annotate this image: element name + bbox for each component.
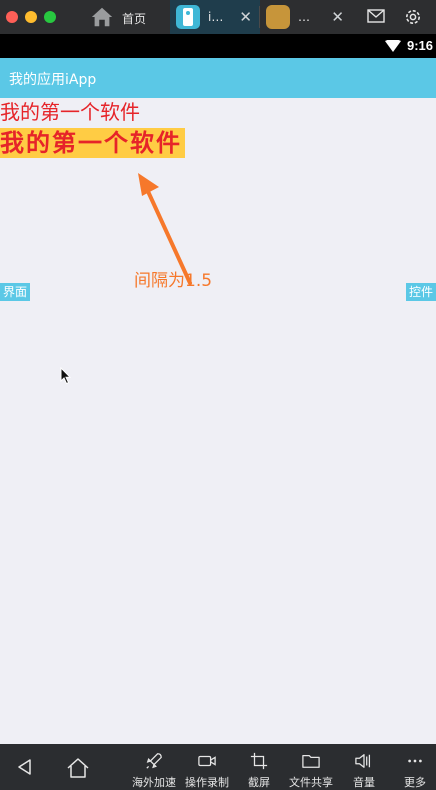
- toolbar-volume-button[interactable]: 音量: [348, 744, 380, 790]
- toolbar-record-label: 操作录制: [185, 776, 229, 789]
- layout-button[interactable]: 界面: [0, 283, 31, 301]
- app-icon: [266, 5, 290, 29]
- tab-iapp-close-icon[interactable]: ✕: [239, 8, 252, 26]
- window-zoom-button[interactable]: [44, 11, 56, 23]
- toolbar-screenshot-label: 截屏: [248, 776, 270, 789]
- toolbar-volume-label: 音量: [353, 776, 375, 789]
- toolbar-fileshare-label: 文件共享: [289, 776, 333, 789]
- tab-home[interactable]: 首页: [84, 0, 170, 34]
- window-close-button[interactable]: [6, 11, 18, 23]
- wifi-icon: [385, 40, 401, 52]
- volume-icon: [355, 754, 371, 768]
- toolbar-boost-label: 海外加速: [132, 776, 176, 789]
- window-minimize-button[interactable]: [25, 11, 37, 23]
- status-time: 9:16: [407, 38, 434, 53]
- text-view-plain: 我的第一个软件: [0, 100, 140, 124]
- tab-other-close-icon[interactable]: ✕: [331, 8, 344, 26]
- tab-iapp-label: i…: [208, 10, 224, 24]
- tab-other-app[interactable]: … ✕: [260, 0, 352, 34]
- back-icon[interactable]: [16, 758, 34, 776]
- action-bar: 我的应用iApp: [0, 58, 436, 98]
- rocket-icon: [146, 753, 162, 769]
- text-view-highlighted: 我的第一个软件: [0, 128, 185, 158]
- home-icon: [91, 7, 113, 27]
- toolbar-more-button[interactable]: 更多: [400, 744, 430, 790]
- annotation-label: 间隔为1.5: [134, 271, 213, 291]
- tab-home-label: 首页: [122, 12, 147, 26]
- video-icon: [198, 755, 216, 767]
- tab-iapp[interactable]: i… ✕: [170, 0, 260, 34]
- app-title: 我的应用iApp: [9, 72, 97, 88]
- crop-icon: [250, 752, 268, 770]
- folder-icon: [302, 754, 320, 768]
- emulator-toolbar: 海外加速 操作录制 截屏 文件共享 音量 更多: [0, 744, 436, 790]
- home-nav-icon[interactable]: [66, 758, 90, 778]
- toolbar-boost-button[interactable]: 海外加速: [131, 744, 177, 790]
- tab-other-app-label: …: [298, 10, 310, 24]
- window-titlebar: 首页 i… ✕ … ✕: [0, 0, 436, 34]
- gear-icon[interactable]: [403, 7, 423, 27]
- toolbar-fileshare-button[interactable]: 文件共享: [286, 744, 336, 790]
- mail-icon[interactable]: [367, 9, 385, 23]
- status-bar: 9:16: [0, 34, 436, 58]
- iapp-icon: [176, 5, 200, 29]
- toolbar-record-button[interactable]: 操作录制: [182, 744, 232, 790]
- controls-button[interactable]: 控件: [405, 283, 436, 301]
- toolbar-screenshot-button[interactable]: 截屏: [243, 744, 275, 790]
- mouse-cursor-icon: [60, 367, 72, 385]
- toolbar-more-label: 更多: [404, 776, 426, 789]
- more-icon: [408, 759, 422, 763]
